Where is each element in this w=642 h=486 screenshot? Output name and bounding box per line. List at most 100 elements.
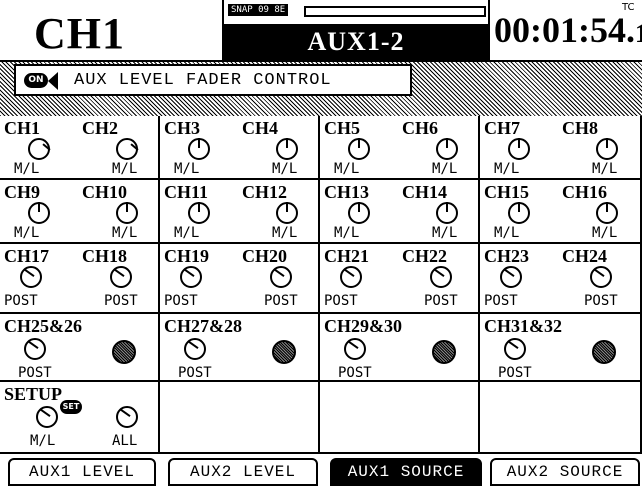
knob-label: M/L [30,433,56,449]
aux-send-knob[interactable] [180,266,202,288]
tab-aux1-source[interactable]: AUX1 SOURCE [330,458,482,486]
aux-send-knob[interactable] [28,138,50,160]
knob-label: M/L [174,225,200,241]
channel-name: CH17 [4,246,49,266]
channel-pair-name: CH31&32 [484,316,562,336]
knob-label: ALL [112,433,138,449]
knob-label: M/L [432,225,458,241]
channel-name: CH6 [402,118,438,138]
knob-label: M/L [112,225,138,241]
aux-send-knob[interactable] [110,266,132,288]
aux-send-knob[interactable] [276,202,298,224]
aux-send-knob[interactable] [504,338,526,360]
knob-label: M/L [494,225,520,241]
tab-aux1-level[interactable]: AUX1 LEVEL [8,458,156,486]
channel-cell: CH7 M/L CH8 M/L [480,116,642,180]
knob-label: M/L [14,161,40,177]
aux-send-knob[interactable] [348,202,370,224]
aux-send-knob[interactable] [276,138,298,160]
channel-cell: CH13 M/L CH14 M/L [320,180,480,244]
knob-label: M/L [494,161,520,177]
channel-cell: CH21 POST CH22 POST [320,244,480,314]
channel-name: CH13 [324,182,369,202]
set-button[interactable]: SET [60,400,82,414]
aux-send-knob[interactable] [270,266,292,288]
knob-label: POST [178,365,212,381]
channel-name: CH4 [242,118,278,138]
aux-send-knob[interactable] [28,202,50,224]
aux-send-knob[interactable] [596,138,618,160]
channel-name: CH24 [562,246,607,266]
aux-send-knob[interactable] [500,266,522,288]
tab-aux2-source[interactable]: AUX2 SOURCE [490,458,640,486]
snapshot-bar [304,6,486,17]
channel-name: CH21 [324,246,369,266]
knob-label: M/L [592,225,618,241]
knob-label: M/L [334,225,360,241]
aux-send-knob[interactable] [508,138,530,160]
setup-knob-all[interactable] [116,406,138,428]
knob-label: POST [164,293,198,309]
channel-cell: CH5 M/L CH6 M/L [320,116,480,180]
aux-send-knob[interactable] [344,338,366,360]
aux-send-knob[interactable] [116,202,138,224]
channel-pair-name: CH27&28 [164,316,242,336]
knob-label: M/L [272,225,298,241]
aux-level-fader-control[interactable]: ON AUX LEVEL FADER CONTROL [14,64,412,96]
channel-pair-name: CH29&30 [324,316,402,336]
aux-send-knob[interactable] [188,138,210,160]
aux-send-knob[interactable] [596,202,618,224]
channel-name: CH8 [562,118,598,138]
snapshot-label: SNAP 09 8E [228,4,289,16]
channel-name: CH18 [82,246,127,266]
knob-label: POST [264,293,298,309]
channel-cell: CH9 M/L CH10 M/L [0,180,160,244]
channel-cell: CH27&28 POST [160,314,320,382]
pan-indicator-icon [432,340,456,364]
on-button[interactable]: ON [24,73,48,88]
aux-send-knob[interactable] [590,266,612,288]
knob-label: POST [484,293,518,309]
channel-cell: CH1 M/L CH2 M/L [0,116,160,180]
channel-cell: CH15 M/L CH16 M/L [480,180,642,244]
channel-name: CH16 [562,182,607,202]
knob-label: POST [338,365,372,381]
pan-indicator-icon [592,340,616,364]
aux-send-knob[interactable] [348,138,370,160]
aux-send-knob[interactable] [184,338,206,360]
channel-name: CH2 [82,118,118,138]
channel-name: CH3 [164,118,200,138]
aux-send-knob[interactable] [430,266,452,288]
channel-cell: CH23 POST CH24 POST [480,244,642,314]
aux-band: AUX1-2 [224,24,488,60]
channel-name: CH19 [164,246,209,266]
aux-send-knob[interactable] [508,202,530,224]
aux-send-knob[interactable] [436,138,458,160]
channel-name: CH15 [484,182,529,202]
aux-send-knob[interactable] [24,338,46,360]
aux-send-knob[interactable] [436,202,458,224]
aux-send-knob[interactable] [116,138,138,160]
setup-cell: SETUP SET M/L ALL [0,382,160,454]
channel-name: CH23 [484,246,529,266]
timecode-main: 00:01:54. [494,10,635,50]
tab-aux2-level[interactable]: AUX2 LEVEL [168,458,318,486]
setup-knob[interactable] [36,406,58,428]
setup-title: SETUP [4,384,63,404]
aux-send-knob[interactable] [188,202,210,224]
empty-cell [160,382,320,454]
channel-grid: CH1 M/L CH2 M/L CH3 M/L CH4 M/L CH5 M/L CH6 M/L CH7 M… [0,116,642,454]
aux-send-knob[interactable] [20,266,42,288]
aux-title-box: SNAP 09 8E AUX1-2 [222,0,490,62]
channel-name: CH10 [82,182,127,202]
tab-bar: AUX1 LEVEL AUX2 LEVEL AUX1 SOURCE AUX2 SOUR… [0,456,642,486]
knob-label: M/L [112,161,138,177]
channel-name: CH12 [242,182,287,202]
channel-cell: CH11 M/L CH12 M/L [160,180,320,244]
knob-label: POST [424,293,458,309]
channel-title: CH1 [34,9,125,58]
empty-cell [320,382,480,454]
channel-name: CH20 [242,246,287,266]
aux-send-knob[interactable] [340,266,362,288]
knob-label: POST [18,365,52,381]
